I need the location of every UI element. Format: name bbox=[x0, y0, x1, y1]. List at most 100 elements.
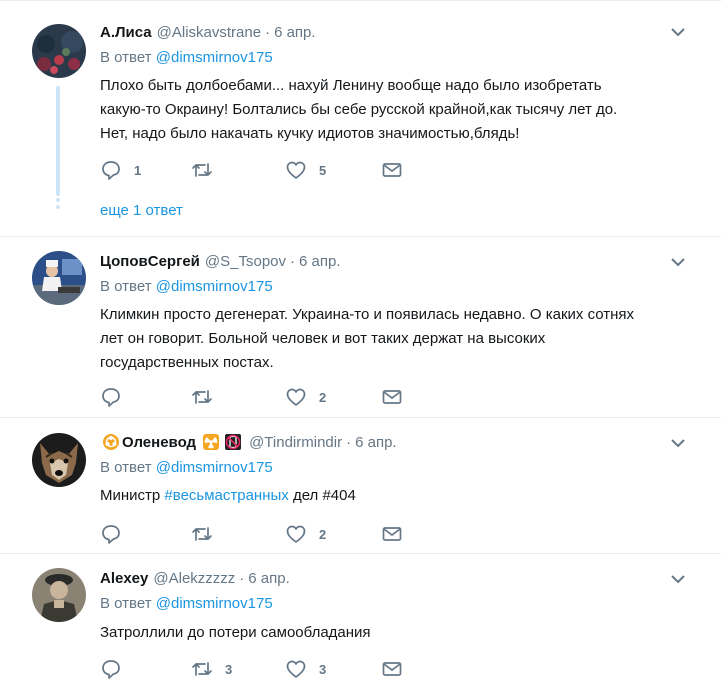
avatar-image bbox=[32, 568, 86, 622]
tweet-text-line: Плохо быть долбоебами... нахуй Ленину во… bbox=[100, 77, 602, 94]
author-handle[interactable]: @S_Tsopov bbox=[205, 253, 286, 270]
tweet-text: Климкин просто дегенерат. Украина-то и п… bbox=[100, 303, 690, 375]
heart-icon bbox=[286, 161, 306, 179]
tweet-text: Министр #весьмастранных дел #404 bbox=[100, 484, 690, 508]
envelope-icon bbox=[382, 390, 402, 404]
retweet-icon bbox=[192, 390, 212, 404]
reply-icon bbox=[102, 660, 120, 679]
avatar-image bbox=[32, 24, 86, 78]
thread-line bbox=[56, 86, 60, 196]
reply-icon bbox=[102, 388, 120, 407]
retweet-button[interactable]: 3 bbox=[191, 658, 232, 680]
reply-context: В ответ @dimsmirnov175 bbox=[100, 459, 273, 476]
author-name[interactable]: Alexey bbox=[100, 570, 148, 587]
separator-dot: · bbox=[290, 252, 296, 270]
retweet-icon bbox=[192, 527, 212, 541]
tweet-header: Alexey @Alekzzzzz · 6 апр. bbox=[100, 568, 290, 588]
tweet-text-line: лет он говорит. Больной человек и вот та… bbox=[100, 330, 546, 347]
tweet[interactable]: Оленевод @Tindirmindir · 6 апр. В ответ … bbox=[0, 418, 721, 554]
reply-prefix: В ответ bbox=[100, 459, 152, 476]
direct-message-button[interactable] bbox=[381, 658, 403, 680]
avatar-image bbox=[32, 251, 86, 305]
reply-to-link[interactable]: @dimsmirnov175 bbox=[156, 278, 273, 295]
avatar[interactable] bbox=[32, 568, 86, 622]
reply-context: В ответ @dimsmirnov175 bbox=[100, 278, 273, 295]
tweet[interactable]: А.Лиса @Aliskavstrane · 6 апр. В ответ @… bbox=[0, 1, 721, 237]
tweet-header: А.Лиса @Aliskavstrane · 6 апр. bbox=[100, 22, 316, 42]
direct-message-button[interactable] bbox=[381, 386, 403, 408]
avatar[interactable] bbox=[32, 433, 86, 487]
avatar[interactable] bbox=[32, 24, 86, 78]
biohazard-emoji-icon bbox=[102, 433, 120, 451]
author-name[interactable]: Оленевод bbox=[122, 434, 196, 451]
heart-icon bbox=[286, 388, 306, 406]
like-button[interactable]: 2 bbox=[285, 523, 326, 545]
chevron-down-icon[interactable] bbox=[671, 438, 685, 448]
reply-to-link[interactable]: @dimsmirnov175 bbox=[156, 595, 273, 612]
tweet-text-suffix: дел #404 bbox=[292, 487, 356, 504]
tweet[interactable]: ЦоповСергей @S_Tsopov · 6 апр. В ответ @… bbox=[0, 237, 721, 418]
hashtag-link[interactable]: #весьмастранных bbox=[164, 487, 288, 504]
retweet-icon bbox=[192, 163, 212, 177]
tweet-text-line: государственных постах. bbox=[100, 354, 274, 371]
heart-icon bbox=[286, 525, 306, 543]
like-count: 2 bbox=[319, 389, 327, 405]
no-mobile-phones-emoji-icon bbox=[224, 433, 242, 451]
tweet-text-line: Нет, надо было накачать кучку идиотов зн… bbox=[100, 125, 520, 142]
reply-to-link[interactable]: @dimsmirnov175 bbox=[156, 49, 273, 66]
like-count: 5 bbox=[319, 162, 327, 178]
envelope-icon bbox=[382, 527, 402, 541]
reply-icon bbox=[102, 525, 120, 544]
reply-button[interactable] bbox=[100, 523, 134, 545]
chevron-down-icon[interactable] bbox=[671, 257, 685, 267]
tweet-text-prefix: Министр bbox=[100, 487, 161, 504]
reply-prefix: В ответ bbox=[100, 278, 152, 295]
retweet-button[interactable] bbox=[191, 159, 225, 181]
heart-icon bbox=[286, 660, 306, 678]
tweet-text: Затроллили до потери самообладания bbox=[100, 621, 690, 645]
reply-context: В ответ @dimsmirnov175 bbox=[100, 49, 273, 66]
separator-dot: · bbox=[265, 23, 271, 41]
tweet-timestamp[interactable]: 6 апр. bbox=[274, 24, 315, 41]
tweet-text-line: какую-то Окраину! Болтались бы себе русс… bbox=[100, 101, 618, 118]
avatar-image bbox=[32, 433, 86, 487]
reply-prefix: В ответ bbox=[100, 595, 152, 612]
retweet-button[interactable] bbox=[191, 386, 225, 408]
envelope-icon bbox=[382, 163, 402, 177]
reply-button[interactable]: 1 bbox=[100, 159, 141, 181]
reply-prefix: В ответ bbox=[100, 49, 152, 66]
show-more-replies-link[interactable]: еще 1 ответ bbox=[100, 202, 183, 219]
tweet-timestamp[interactable]: 6 апр. bbox=[299, 253, 340, 270]
tweet-timestamp[interactable]: 6 апр. bbox=[355, 434, 396, 451]
chevron-down-icon[interactable] bbox=[671, 27, 685, 37]
separator-dot: · bbox=[239, 569, 245, 587]
like-count: 2 bbox=[319, 526, 327, 542]
author-handle[interactable]: @Tindirmindir bbox=[249, 434, 342, 451]
author-handle[interactable]: @Alekzzzzz bbox=[153, 570, 235, 587]
direct-message-button[interactable] bbox=[381, 159, 403, 181]
author-handle[interactable]: @Aliskavstrane bbox=[157, 24, 261, 41]
tweet[interactable]: Alexey @Alekzzzzz · 6 апр. В ответ @dims… bbox=[0, 554, 721, 683]
like-button[interactable]: 2 bbox=[285, 386, 326, 408]
like-button[interactable]: 3 bbox=[285, 658, 326, 680]
author-name[interactable]: ЦоповСергей bbox=[100, 253, 200, 270]
tweet-text-line: Климкин просто дегенерат. Украина-то и п… bbox=[100, 306, 635, 323]
tweet-header: ЦоповСергей @S_Tsopov · 6 апр. bbox=[100, 251, 341, 271]
reply-count: 1 bbox=[134, 162, 142, 178]
tweet-header: Оленевод @Tindirmindir · 6 апр. bbox=[100, 432, 397, 452]
direct-message-button[interactable] bbox=[381, 523, 403, 545]
avatar[interactable] bbox=[32, 251, 86, 305]
envelope-icon bbox=[382, 662, 402, 676]
like-button[interactable]: 5 bbox=[285, 159, 326, 181]
chevron-down-icon[interactable] bbox=[671, 574, 685, 584]
tweet-text-line: Затроллили до потери самообладания bbox=[100, 624, 371, 641]
reply-to-link[interactable]: @dimsmirnov175 bbox=[156, 459, 273, 476]
retweet-button[interactable] bbox=[191, 523, 225, 545]
tweet-timestamp[interactable]: 6 апр. bbox=[248, 570, 289, 587]
author-name[interactable]: А.Лиса bbox=[100, 24, 152, 41]
retweet-icon bbox=[192, 662, 212, 676]
retweet-count: 3 bbox=[225, 661, 233, 677]
reply-button[interactable] bbox=[100, 658, 134, 680]
reply-button[interactable] bbox=[100, 386, 134, 408]
tweet-replies-timeline: А.Лиса @Aliskavstrane · 6 апр. В ответ @… bbox=[0, 0, 721, 683]
